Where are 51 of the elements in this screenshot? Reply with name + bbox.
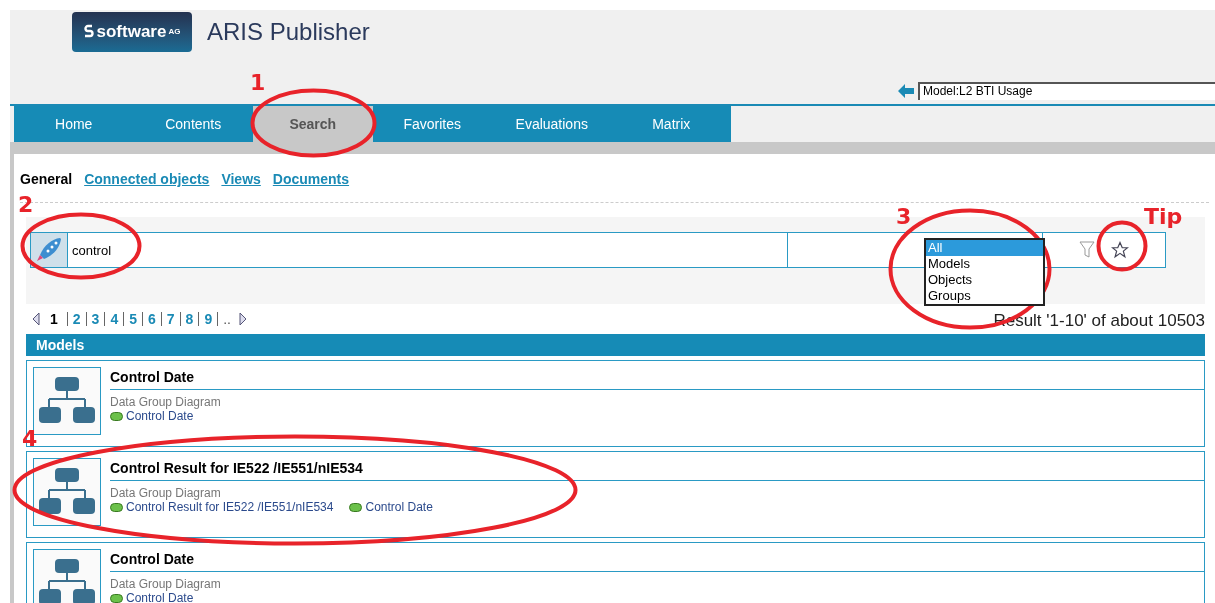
page-link[interactable]: 2 (72, 308, 81, 330)
result-title[interactable]: Control Result for IE522 /IE551/nIE534 (110, 458, 1204, 480)
scope-option[interactable]: Groups (926, 288, 1043, 304)
page-link[interactable]: 1 (50, 308, 58, 330)
page-link[interactable]: 7 (166, 308, 175, 330)
page-link[interactable]: 4 (110, 308, 119, 330)
sub-tab[interactable]: General (20, 169, 73, 190)
scope-listbox[interactable]: All Models Objects Groups (924, 238, 1045, 306)
org-chart-icon (39, 557, 95, 603)
page-link[interactable]: 9 (204, 308, 213, 330)
model-link[interactable]: Control Date (365, 500, 433, 514)
nav-tab[interactable]: Matrix (611, 106, 731, 142)
page-link[interactable]: 8 (185, 308, 194, 330)
nav-tab[interactable]: Home (14, 106, 134, 142)
app-title: ARIS Publisher (207, 17, 370, 47)
star-icon[interactable] (1111, 241, 1129, 259)
annotation-label: 3 (896, 206, 912, 228)
model-type: Data Group Diagram (110, 577, 222, 591)
model-link[interactable]: Control Result for IE522 /IE551/nIE534 (126, 500, 334, 514)
search-input[interactable]: control (68, 232, 788, 268)
model-link[interactable]: Control Date (126, 409, 194, 423)
sub-tab[interactable]: Connected objects (84, 169, 210, 190)
more-pages[interactable]: .. (223, 308, 231, 330)
sub-tab[interactable]: Documents (272, 169, 350, 190)
scope-option[interactable]: Objects (926, 272, 1043, 288)
annotation-label: Tip (1144, 206, 1183, 228)
breadcrumb-field[interactable]: Model:L2 BTI Usage (918, 82, 1215, 100)
model-link[interactable]: Control Date (126, 591, 194, 603)
page-link[interactable]: 6 (148, 308, 156, 330)
rocket-icon[interactable] (30, 232, 68, 268)
model-type: Data Group Diagram (110, 395, 222, 409)
scope-option[interactable]: Models (926, 256, 1043, 272)
nav-tab[interactable]: Search (253, 106, 373, 142)
result-title[interactable]: Control Date (110, 549, 1204, 571)
sub-tab[interactable]: Views (221, 169, 261, 190)
page-link[interactable]: 5 (129, 308, 137, 330)
page-link[interactable]: 3 (91, 308, 100, 330)
annotation-label: 1 (250, 72, 266, 94)
scope-option[interactable]: All (926, 240, 1043, 256)
nav-tab[interactable]: Contents (133, 106, 253, 142)
logo-text: software (96, 21, 167, 44)
logo-suffix: AG (168, 26, 181, 38)
section-header: Models (26, 334, 1205, 356)
nav-tab[interactable]: Evaluations (492, 106, 612, 142)
annotation-label: 2 (18, 194, 34, 216)
back-arrow-icon (898, 84, 914, 98)
model-type: Data Group Diagram (110, 486, 222, 500)
next-page-icon[interactable] (238, 312, 247, 326)
result-title[interactable]: Control Date (110, 367, 1204, 389)
previous-page-icon[interactable] (32, 312, 40, 326)
nav-tab[interactable]: Favorites (372, 106, 492, 142)
